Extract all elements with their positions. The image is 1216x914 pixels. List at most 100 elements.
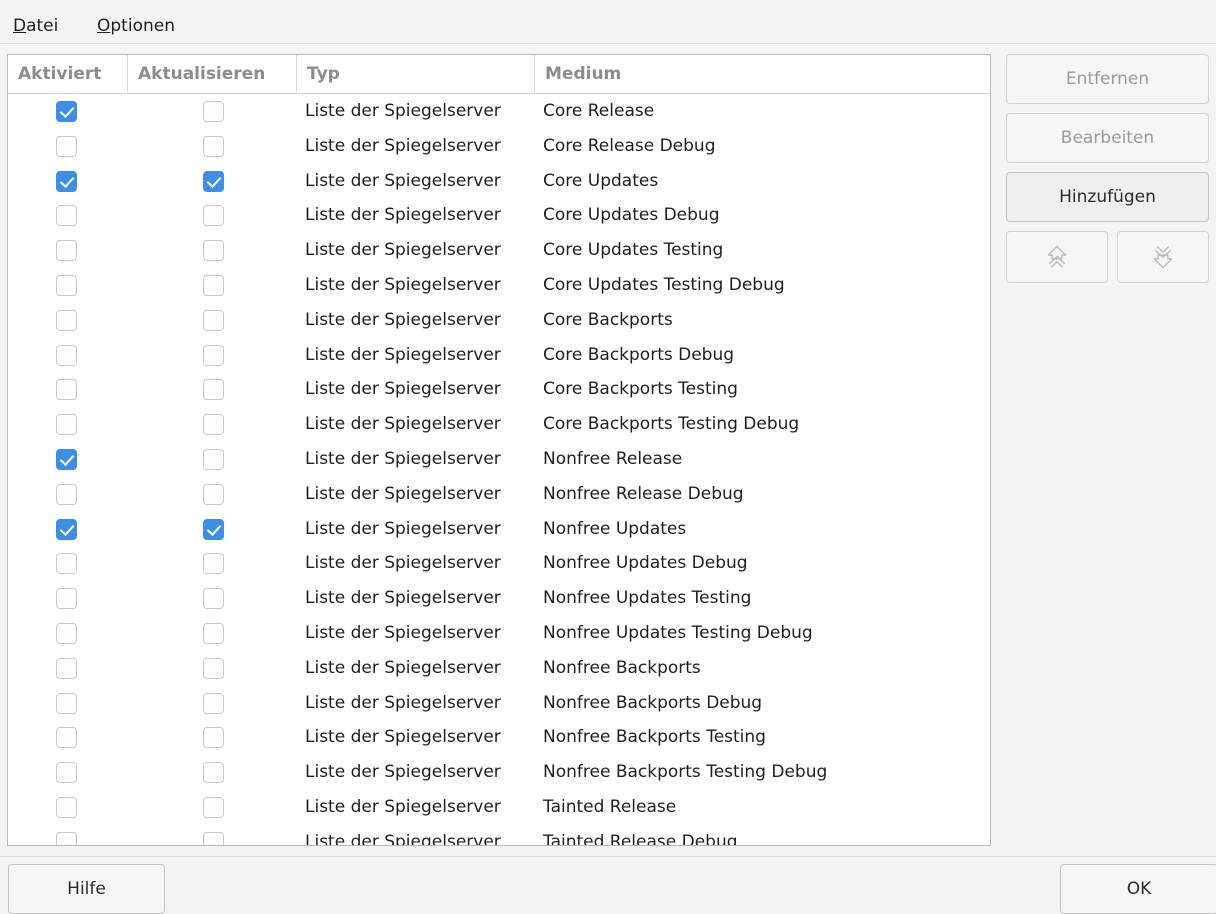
- aktiviert-checkbox[interactable]: [56, 344, 77, 366]
- menu-optionen-mnemonic: O: [97, 16, 111, 36]
- table-row[interactable]: Liste der Spiegelserver Nonfree Updates D…: [8, 546, 990, 581]
- aktualisieren-checkbox[interactable]: [203, 414, 224, 436]
- aktiviert-checkbox[interactable]: [56, 553, 77, 575]
- cell-medium: Tainted Release Debug: [543, 831, 738, 846]
- table-row[interactable]: Liste der Spiegelserver Nonfree Release D…: [8, 477, 990, 512]
- cell-typ: Liste der Spiegelserver: [305, 692, 501, 713]
- cell-medium: Nonfree Updates: [543, 518, 687, 539]
- remove-button[interactable]: Entfernen: [1006, 54, 1209, 104]
- cell-typ: Liste der Spiegelserver: [305, 727, 501, 748]
- aktiviert-checkbox[interactable]: [56, 797, 77, 818]
- aktualisieren-checkbox[interactable]: [203, 135, 224, 157]
- move-up-button[interactable]: [1006, 231, 1108, 283]
- add-button[interactable]: Hinzufügen: [1006, 172, 1209, 222]
- aktualisieren-checkbox[interactable]: [203, 101, 224, 122]
- aktualisieren-checkbox[interactable]: [203, 449, 224, 470]
- aktualisieren-checkbox[interactable]: [203, 275, 224, 296]
- table-row[interactable]: Liste der Spiegelserver Core Backports De…: [8, 338, 990, 373]
- aktiviert-checkbox[interactable]: [56, 240, 77, 262]
- aktiviert-checkbox[interactable]: [56, 692, 77, 714]
- aktiviert-checkbox[interactable]: [56, 623, 77, 644]
- cell-medium: Nonfree Updates Debug: [543, 553, 748, 574]
- aktiviert-checkbox[interactable]: [56, 414, 77, 436]
- table-row[interactable]: Liste der Spiegelserver Core Backports: [8, 303, 990, 338]
- cell-medium: Nonfree Backports: [543, 657, 701, 678]
- aktiviert-checkbox[interactable]: [56, 588, 77, 610]
- media-table[interactable]: Aktiviert Aktualisieren Typ Medium Liste…: [7, 54, 991, 846]
- cell-typ: Liste der Spiegelserver: [305, 762, 501, 783]
- header-aktualisieren[interactable]: Aktualisieren: [128, 55, 297, 93]
- cell-medium: Nonfree Updates Testing: [543, 588, 752, 609]
- help-button[interactable]: Hilfe: [8, 864, 165, 914]
- aktualisieren-checkbox[interactable]: [203, 623, 224, 644]
- table-row[interactable]: Liste der Spiegelserver Nonfree Release: [8, 442, 990, 477]
- aktualisieren-checkbox[interactable]: [203, 205, 224, 227]
- aktualisieren-checkbox[interactable]: [203, 657, 224, 679]
- aktiviert-checkbox[interactable]: [56, 170, 77, 192]
- aktiviert-checkbox[interactable]: [56, 275, 77, 296]
- table-row[interactable]: Liste der Spiegelserver Core Release Debu…: [8, 129, 990, 164]
- cell-medium: Core Release: [543, 101, 655, 121]
- aktualisieren-checkbox[interactable]: [203, 309, 224, 331]
- aktualisieren-checkbox[interactable]: [203, 588, 224, 610]
- table-row[interactable]: Liste der Spiegelserver Nonfree Updates: [8, 512, 990, 547]
- table-row[interactable]: Liste der Spiegelserver Tainted Release: [8, 790, 990, 825]
- aktiviert-checkbox[interactable]: [56, 518, 77, 540]
- table-row[interactable]: Liste der Spiegelserver Nonfree Backports…: [8, 720, 990, 755]
- aktualisieren-checkbox[interactable]: [203, 727, 224, 749]
- aktiviert-checkbox[interactable]: [56, 483, 77, 505]
- aktiviert-checkbox[interactable]: [56, 205, 77, 227]
- move-down-button[interactable]: [1117, 231, 1209, 283]
- aktiviert-checkbox[interactable]: [56, 309, 77, 331]
- aktiviert-checkbox[interactable]: [56, 135, 77, 157]
- table-row[interactable]: Liste der Spiegelserver Core Backports Te…: [8, 407, 990, 442]
- aktiviert-checkbox[interactable]: [56, 101, 77, 122]
- table-row[interactable]: Liste der Spiegelserver Nonfree Backports…: [8, 686, 990, 721]
- table-row[interactable]: Liste der Spiegelserver Core Updates: [8, 164, 990, 199]
- menu-datei[interactable]: Datei: [13, 16, 58, 36]
- cell-medium: Core Updates Testing Debug: [543, 275, 785, 295]
- aktualisieren-checkbox[interactable]: [203, 831, 224, 845]
- cell-medium: Core Backports: [543, 309, 673, 330]
- table-row[interactable]: Liste der Spiegelserver Tainted Release D…: [8, 825, 990, 846]
- cell-typ: Liste der Spiegelserver: [305, 553, 501, 574]
- aktiviert-checkbox[interactable]: [56, 657, 77, 679]
- table-row[interactable]: Liste der Spiegelserver Nonfree Updates T…: [8, 616, 990, 651]
- header-aktiviert[interactable]: Aktiviert: [8, 55, 128, 93]
- cell-typ: Liste der Spiegelserver: [305, 275, 501, 295]
- table-row[interactable]: Liste der Spiegelserver Core Updates Test…: [8, 233, 990, 268]
- table-row[interactable]: Liste der Spiegelserver Core Release: [8, 94, 990, 129]
- aktualisieren-checkbox[interactable]: [203, 518, 224, 540]
- aktualisieren-checkbox[interactable]: [203, 344, 224, 366]
- aktualisieren-checkbox[interactable]: [203, 797, 224, 818]
- table-row[interactable]: Liste der Spiegelserver Nonfree Backports: [8, 651, 990, 686]
- aktualisieren-checkbox[interactable]: [203, 483, 224, 505]
- table-row[interactable]: Liste der Spiegelserver Core Updates Test…: [8, 268, 990, 303]
- aktualisieren-checkbox[interactable]: [203, 692, 224, 714]
- table-row[interactable]: Liste der Spiegelserver Nonfree Updates T…: [8, 581, 990, 616]
- aktualisieren-checkbox[interactable]: [203, 170, 224, 192]
- edit-button[interactable]: Bearbeiten: [1006, 113, 1209, 163]
- aktiviert-checkbox[interactable]: [56, 449, 77, 470]
- table-header: Aktiviert Aktualisieren Typ Medium: [8, 55, 990, 94]
- aktualisieren-checkbox[interactable]: [203, 379, 224, 401]
- aktiviert-checkbox[interactable]: [56, 379, 77, 401]
- table-row[interactable]: Liste der Spiegelserver Core Updates Debu…: [8, 198, 990, 233]
- aktiviert-checkbox[interactable]: [56, 762, 77, 784]
- cell-typ: Liste der Spiegelserver: [305, 414, 501, 435]
- cell-medium: Nonfree Backports Debug: [543, 692, 763, 713]
- header-typ[interactable]: Typ: [297, 55, 535, 93]
- table-row[interactable]: Liste der Spiegelserver Core Backports Te…: [8, 372, 990, 407]
- menu-optionen[interactable]: Optionen: [97, 16, 175, 36]
- ok-button[interactable]: OK: [1060, 864, 1216, 914]
- aktiviert-checkbox[interactable]: [56, 727, 77, 749]
- cell-typ: Liste der Spiegelserver: [305, 449, 501, 469]
- aktualisieren-checkbox[interactable]: [203, 240, 224, 262]
- aktualisieren-checkbox[interactable]: [203, 553, 224, 575]
- table-row[interactable]: Liste der Spiegelserver Nonfree Backports…: [8, 755, 990, 790]
- cell-typ: Liste der Spiegelserver: [305, 657, 501, 678]
- cell-typ: Liste der Spiegelserver: [305, 797, 501, 817]
- aktiviert-checkbox[interactable]: [56, 831, 77, 845]
- aktualisieren-checkbox[interactable]: [203, 762, 224, 784]
- header-medium[interactable]: Medium: [535, 55, 990, 93]
